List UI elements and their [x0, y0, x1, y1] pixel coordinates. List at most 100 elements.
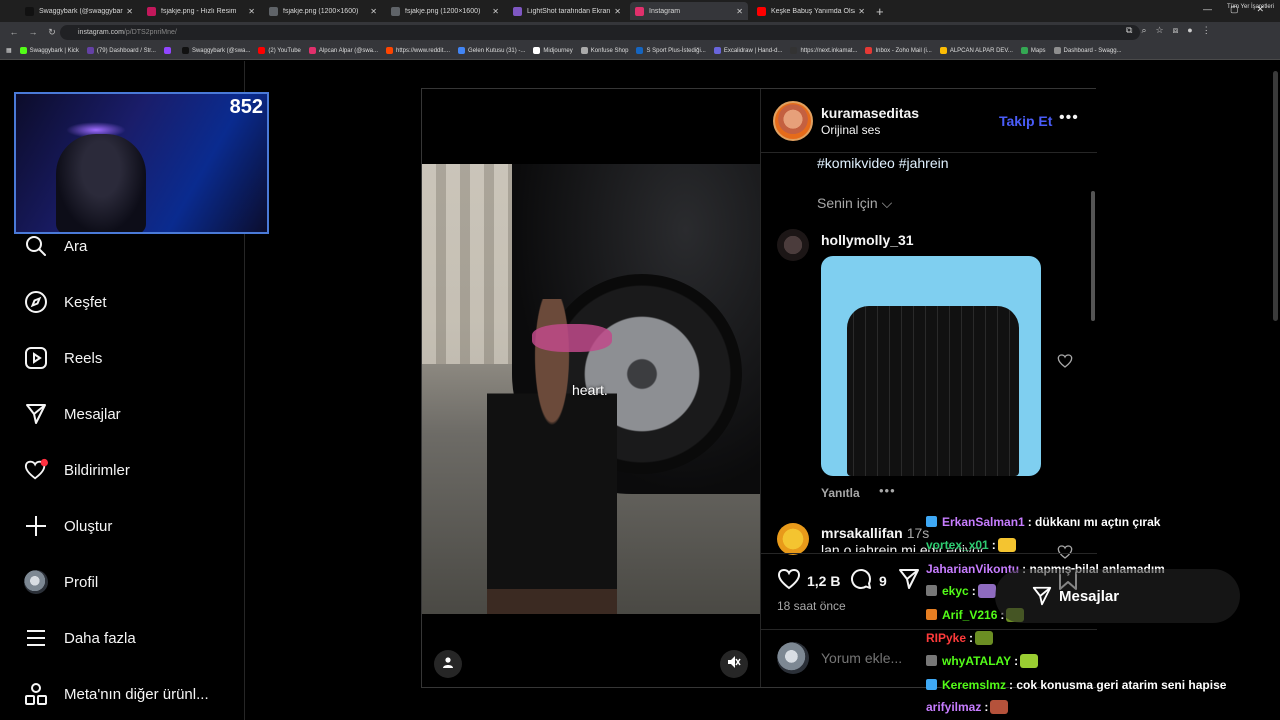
chat-badge-icon: [926, 585, 937, 596]
bookmark-item[interactable]: https://www.reddit....: [386, 47, 450, 54]
bookmark-item[interactable]: Dashboard - Swagg...: [1053, 47, 1122, 54]
chat-text: :: [971, 584, 976, 598]
back-icon[interactable]: ←: [9, 27, 19, 37]
reload-icon[interactable]: ↻: [47, 27, 57, 38]
chat-text: : cok konusma geri atarim seni hapise: [1009, 678, 1227, 692]
bookmark-label: Maps: [1030, 47, 1046, 54]
bookmark-item[interactable]: Gelen Kutusu (31) -...: [458, 47, 525, 54]
close-tab-icon[interactable]: ✕: [370, 7, 377, 16]
bookmark-item[interactable]: [163, 47, 174, 54]
bookmark-item[interactable]: Inbox - Zoho Mail (i...: [865, 47, 932, 54]
chat-message: RIPyke:: [926, 631, 994, 645]
chat-emote-icon: [990, 700, 1009, 714]
comments-scrollbar[interactable]: [1091, 191, 1095, 321]
comment-like-icon[interactable]: [1057, 353, 1073, 374]
share-icon: [897, 567, 921, 594]
bookmark-item[interactable]: Excalidraw | Hand-d...: [713, 47, 782, 54]
comment-icon: [849, 567, 873, 594]
new-tab-icon[interactable]: +: [876, 4, 884, 19]
sort-label: Senin için: [817, 195, 878, 211]
reel-video[interactable]: heart.: [422, 89, 760, 687]
bookmark-item[interactable]: (2) YouTube: [258, 47, 301, 54]
bookmark-star-icon[interactable]: ☆: [1155, 25, 1163, 36]
follow-button[interactable]: Takip Et: [999, 113, 1052, 129]
close-tab-icon[interactable]: ✕: [614, 7, 621, 16]
bookmark-label: https://next.inkamat...: [800, 47, 858, 54]
author-avatar[interactable]: [773, 101, 813, 141]
comment-options-icon[interactable]: •••: [879, 483, 896, 498]
comment-username[interactable]: mrsakallifan 17s: [821, 525, 929, 541]
audio-link[interactable]: Orijinal ses: [821, 123, 880, 137]
sidebar-item-explore[interactable]: Keşfet: [24, 290, 107, 314]
comment-sort-dropdown[interactable]: Senin için ⌵: [817, 195, 892, 212]
browser-tab[interactable]: Instagram ✕: [630, 2, 748, 20]
close-tab-icon[interactable]: ✕: [126, 7, 133, 16]
author-username[interactable]: kuramaseditas: [821, 105, 919, 121]
install-icon[interactable]: ⧉: [1126, 25, 1132, 36]
browser-tab[interactable]: Keşke Babuş Yanımda Olsa... (S...✕: [752, 2, 870, 20]
forward-icon[interactable]: →: [28, 27, 38, 37]
more-options-icon[interactable]: •••: [1059, 109, 1079, 127]
browser-tab[interactable]: LightShot tarafından Ekran Gör...✕: [508, 2, 626, 20]
bookmark-label: ALPCAN ALPAR DEV...: [949, 47, 1013, 54]
bookmark-item[interactable]: Swaggybark (@swa...: [181, 47, 250, 54]
url-host: instagram.com: [78, 29, 124, 36]
tagged-users-button[interactable]: [434, 650, 462, 678]
bookmark-item[interactable]: Maps: [1020, 47, 1046, 54]
bookmark-item[interactable]: (79) Dashboard / Str...: [86, 47, 156, 54]
bookmark-item[interactable]: S Sport Plus-İstediği...: [636, 47, 706, 54]
close-tab-icon[interactable]: ✕: [858, 7, 865, 16]
bookmark-item[interactable]: Swaggybark | Kick: [19, 47, 79, 54]
tab-title: Instagram: [649, 7, 681, 15]
close-tab-icon[interactable]: ✕: [736, 7, 743, 16]
sidebar-item-reels[interactable]: Reels: [24, 346, 102, 370]
bookmark-favicon: [386, 47, 394, 54]
browser-tab[interactable]: fsjakje.png - Hızlı Resim ✕: [142, 2, 260, 20]
comment-avatar[interactable]: [777, 229, 809, 261]
heart-icon: [777, 567, 801, 594]
like-button[interactable]: 1,2 B: [777, 567, 840, 594]
sidebar-item-search[interactable]: Ara: [24, 234, 87, 258]
bookmark-favicon: [580, 47, 588, 54]
all-bookmarks[interactable]: Tüm Yer İşaretleri: [1227, 4, 1274, 10]
sidebar-item-notifications[interactable]: Bildirimler: [24, 458, 130, 482]
share-button[interactable]: [897, 567, 921, 594]
comment-button[interactable]: 9: [849, 567, 887, 594]
extensions-icon[interactable]: ⧈: [1173, 25, 1179, 36]
bookmark-label: Dashboard - Swagg...: [1063, 47, 1122, 54]
browser-tab[interactable]: fsjakje.png (1200×1600) ✕: [386, 2, 504, 20]
chat-username: RIPyke: [926, 631, 967, 645]
comment-avatar[interactable]: [777, 523, 809, 555]
bookmark-item[interactable]: https://next.inkamat...: [790, 47, 857, 54]
zoom-icon[interactable]: ⌕: [1141, 25, 1146, 36]
menu-icon: [24, 626, 48, 650]
close-tab-icon[interactable]: ✕: [248, 7, 255, 16]
close-tab-icon[interactable]: ✕: [492, 7, 499, 16]
caption-hashtags[interactable]: #komikvideo #jahrein: [817, 155, 949, 171]
chat-text: :: [969, 631, 974, 645]
sidebar-item-profile[interactable]: Profil: [24, 570, 98, 594]
comment-username[interactable]: hollymolly_31: [821, 232, 914, 248]
messages-pill-button[interactable]: Mesajlar: [995, 569, 1240, 623]
bookmark-item[interactable]: Konfuse Shop: [580, 47, 629, 54]
sidebar-item-create[interactable]: Oluştur: [24, 514, 112, 538]
bookmark-label: Konfuse Shop: [590, 47, 629, 54]
browser-menu-icon[interactable]: ⋮: [1202, 25, 1211, 36]
reply-button[interactable]: Yanıtla: [821, 486, 860, 500]
sidebar-item-meta-apps[interactable]: Meta'nın diğer ürünl...: [24, 682, 209, 706]
page-scrollbar[interactable]: [1273, 71, 1278, 321]
minimize-icon[interactable]: —: [1203, 4, 1212, 15]
apps-grid-icon[interactable]: ▦: [6, 47, 12, 54]
browser-tab[interactable]: fsjakje.png (1200×1600) ✕: [264, 2, 382, 20]
mute-button[interactable]: [720, 650, 748, 678]
bookmark-item[interactable]: Midjourney: [533, 47, 573, 54]
url-input[interactable]: instagram.com/p/DTS2pnriMne/: [60, 25, 1140, 40]
chat-username: arifyilmaz: [926, 700, 982, 714]
bookmark-favicon: [86, 47, 94, 54]
sidebar-item-more[interactable]: Daha fazla: [24, 626, 136, 650]
browser-tab[interactable]: Swaggybark (@swaggybark) / X✕: [20, 2, 138, 20]
bookmark-item[interactable]: Alpcan Alpar (@swa...: [308, 47, 378, 54]
profile-icon[interactable]: ●: [1187, 25, 1192, 36]
bookmark-item[interactable]: ALPCAN ALPAR DEV...: [939, 47, 1013, 54]
sidebar-item-messages[interactable]: Mesajlar: [24, 402, 121, 426]
